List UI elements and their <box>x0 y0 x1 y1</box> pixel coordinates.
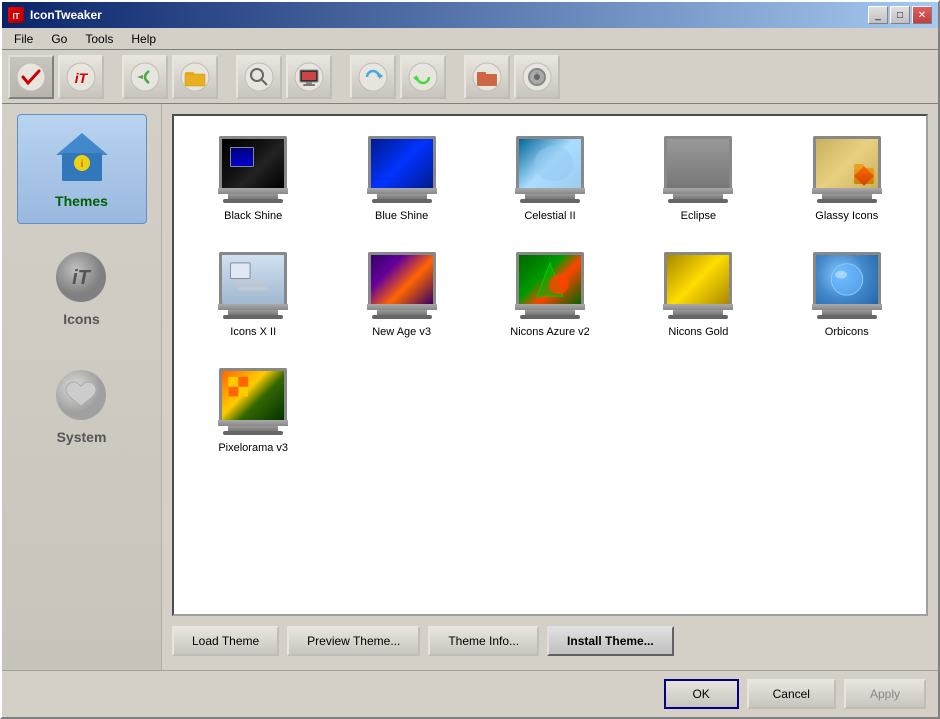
themes-icon: i <box>52 129 112 189</box>
monitor-blue-shine <box>364 136 440 204</box>
theme-name-blue-shine: Blue Shine <box>375 210 428 222</box>
window-title: IconTweaker <box>30 8 102 22</box>
toolbar-refresh-blue-button[interactable] <box>350 55 396 99</box>
sidebar-icons-label: Icons <box>63 311 100 327</box>
theme-name-celestial: Celestial II <box>524 210 575 222</box>
toolbar-disk-button[interactable] <box>514 55 560 99</box>
monitor-eclipse <box>660 136 736 204</box>
main-content: i Themes iT <box>2 104 938 670</box>
sidebar-item-themes[interactable]: i Themes <box>17 114 147 224</box>
theme-name-pixelorama: Pixelorama v3 <box>218 442 288 454</box>
theme-name-newage: New Age v3 <box>372 326 431 338</box>
toolbar-folder2-button[interactable] <box>464 55 510 99</box>
theme-item-glassy[interactable]: Glassy Icons <box>778 126 916 232</box>
toolbar-search-button[interactable] <box>236 55 282 99</box>
theme-item-celestial[interactable]: Celestial II <box>481 126 619 232</box>
svg-text:i: i <box>80 159 83 170</box>
toolbar: iT <box>2 50 938 104</box>
theme-name-iconsxii: Icons X II <box>230 326 276 338</box>
monitor-orbicons <box>809 252 885 320</box>
sidebar-item-system[interactable]: System <box>17 350 147 460</box>
toolbar-back-button[interactable] <box>122 55 168 99</box>
theme-item-niconsazure[interactable]: Nicons Azure v2 <box>481 242 619 348</box>
monitor-niconsazure <box>512 252 588 320</box>
theme-item-niconsgold[interactable]: Nicons Gold <box>629 242 767 348</box>
theme-item-newage[interactable]: New Age v3 <box>332 242 470 348</box>
svg-text:iT: iT <box>75 70 89 86</box>
menu-bar: File Go Tools Help <box>2 28 938 50</box>
sidebar-item-icons[interactable]: iT Icons <box>17 232 147 342</box>
theme-item-orbicons[interactable]: Orbicons <box>778 242 916 348</box>
theme-item-iconsxii[interactable]: Icons X II <box>184 242 322 348</box>
sidebar-themes-label: Themes <box>55 193 108 209</box>
monitor-glassy <box>809 136 885 204</box>
load-theme-button[interactable]: Load Theme <box>172 626 279 656</box>
svg-text:IT: IT <box>12 12 19 21</box>
apply-button[interactable]: Apply <box>844 679 926 709</box>
toolbar-check-button[interactable] <box>8 55 54 99</box>
sidebar-system-label: System <box>57 429 107 445</box>
theme-area: Black Shine Blue Shine <box>162 104 938 670</box>
minimize-button[interactable]: _ <box>868 6 888 24</box>
monitor-pixelorama <box>215 368 291 436</box>
sidebar: i Themes iT <box>2 104 162 670</box>
toolbar-folder-button[interactable] <box>172 55 218 99</box>
theme-name-orbicons: Orbicons <box>825 326 869 338</box>
theme-name-black-shine: Black Shine <box>224 210 282 222</box>
system-sidebar-icon <box>52 365 112 425</box>
theme-name-eclipse: Eclipse <box>681 210 716 222</box>
theme-item-pixelorama[interactable]: Pixelorama v3 <box>184 358 322 464</box>
menu-go[interactable]: Go <box>43 30 75 48</box>
app-icon: IT <box>8 7 24 23</box>
theme-info-button[interactable]: Theme Info... <box>428 626 539 656</box>
monitor-black-shine <box>215 136 291 204</box>
theme-name-glassy: Glassy Icons <box>815 210 878 222</box>
ok-button[interactable]: OK <box>664 679 739 709</box>
install-theme-button[interactable]: Install Theme... <box>547 626 674 656</box>
monitor-niconsgold <box>660 252 736 320</box>
theme-item-eclipse[interactable]: Eclipse <box>629 126 767 232</box>
toolbar-itweak-button[interactable]: iT <box>58 55 104 99</box>
theme-grid-container[interactable]: Black Shine Blue Shine <box>172 114 928 616</box>
theme-name-niconsgold: Nicons Gold <box>668 326 728 338</box>
svg-text:iT: iT <box>72 267 92 289</box>
icons-sidebar-icon: iT <box>52 247 112 307</box>
maximize-button[interactable]: □ <box>890 6 910 24</box>
menu-file[interactable]: File <box>6 30 41 48</box>
theme-name-niconsazure: Nicons Azure v2 <box>510 326 589 338</box>
title-bar-left: IT IconTweaker <box>8 7 102 23</box>
main-window: IT IconTweaker _ □ ✕ File Go Tools Help <box>0 0 940 719</box>
footer: OK Cancel Apply <box>2 670 938 717</box>
theme-item-black-shine[interactable]: Black Shine <box>184 126 322 232</box>
toolbar-refresh-green-button[interactable] <box>400 55 446 99</box>
close-button[interactable]: ✕ <box>912 6 932 24</box>
theme-grid: Black Shine Blue Shine <box>184 126 916 464</box>
win-icon <box>230 147 254 167</box>
preview-theme-button[interactable]: Preview Theme... <box>287 626 420 656</box>
cancel-button[interactable]: Cancel <box>747 679 836 709</box>
theme-item-blue-shine[interactable]: Blue Shine <box>332 126 470 232</box>
menu-tools[interactable]: Tools <box>77 30 121 48</box>
menu-help[interactable]: Help <box>123 30 164 48</box>
action-buttons-area: Load Theme Preview Theme... Theme Info..… <box>172 616 928 660</box>
title-buttons: _ □ ✕ <box>868 6 932 24</box>
monitor-celestial <box>512 136 588 204</box>
toolbar-screen-button[interactable] <box>286 55 332 99</box>
monitor-iconsxii <box>215 252 291 320</box>
title-bar: IT IconTweaker _ □ ✕ <box>2 2 938 28</box>
monitor-newage <box>364 252 440 320</box>
